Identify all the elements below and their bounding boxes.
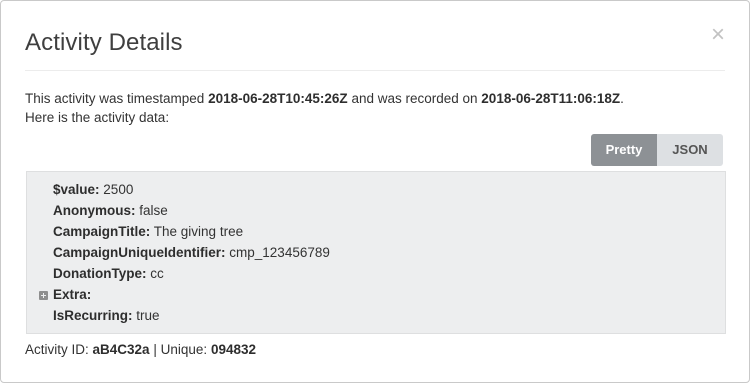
view-toggle: Pretty JSON bbox=[591, 134, 723, 166]
description-line-1: This activity was timestamped 2018-06-28… bbox=[25, 89, 624, 108]
recorded-value: 2018-06-28T11:06:18Z bbox=[481, 91, 621, 106]
close-icon[interactable]: × bbox=[711, 23, 725, 47]
data-row: DonationType: cc bbox=[53, 266, 164, 281]
data-value: 2500 bbox=[103, 182, 134, 197]
data-row: $value: 2500 bbox=[53, 182, 133, 197]
data-row: CampaignUniqueIdentifier: cmp_123456789 bbox=[53, 245, 330, 260]
data-key: DonationType: bbox=[53, 266, 147, 281]
activity-id-value: aB4C32a bbox=[92, 342, 150, 357]
footer-separator: | bbox=[153, 342, 157, 357]
unique-value: 094832 bbox=[210, 342, 256, 357]
timestamped-value: 2018-06-28T10:45:26Z bbox=[208, 91, 348, 106]
data-value: true bbox=[136, 308, 160, 323]
data-key: CampaignUniqueIdentifier: bbox=[53, 245, 226, 260]
activity-footer: Activity ID: aB4C32a | Unique: 094832 bbox=[25, 342, 256, 357]
activity-id-label: Activity ID: bbox=[25, 342, 89, 357]
data-value: false bbox=[139, 203, 168, 218]
activity-description: This activity was timestamped 2018-06-28… bbox=[25, 89, 624, 127]
data-value: cc bbox=[150, 266, 164, 281]
data-key: IsRecurring: bbox=[53, 308, 133, 323]
activity-details-modal: Activity Details × This activity was tim… bbox=[0, 0, 750, 383]
header-divider bbox=[25, 70, 725, 71]
data-row: CampaignTitle: The giving tree bbox=[53, 224, 243, 239]
modal-title: Activity Details bbox=[25, 29, 183, 56]
activity-data-panel: $value: 2500 Anonymous: false CampaignTi… bbox=[26, 171, 726, 334]
data-key: $value: bbox=[53, 182, 100, 197]
unique-label: Unique: bbox=[160, 342, 208, 357]
description-middle: and was recorded on bbox=[351, 91, 478, 106]
description-prefix: This activity was timestamped bbox=[25, 91, 205, 106]
data-key: Extra: bbox=[53, 287, 92, 302]
description-line-2: Here is the activity data: bbox=[25, 110, 170, 125]
description-suffix: . bbox=[620, 91, 624, 106]
data-row: IsRecurring: true bbox=[53, 308, 160, 323]
data-key: CampaignTitle: bbox=[53, 224, 151, 239]
data-value: The giving tree bbox=[153, 224, 244, 239]
pretty-button[interactable]: Pretty bbox=[591, 134, 657, 166]
json-button[interactable]: JSON bbox=[657, 134, 723, 166]
data-value: cmp_123456789 bbox=[229, 245, 330, 260]
data-row: Anonymous: false bbox=[53, 203, 168, 218]
expand-plus-icon[interactable] bbox=[39, 291, 48, 300]
data-key: Anonymous: bbox=[53, 203, 136, 218]
data-row-extra[interactable]: Extra: bbox=[53, 287, 91, 302]
